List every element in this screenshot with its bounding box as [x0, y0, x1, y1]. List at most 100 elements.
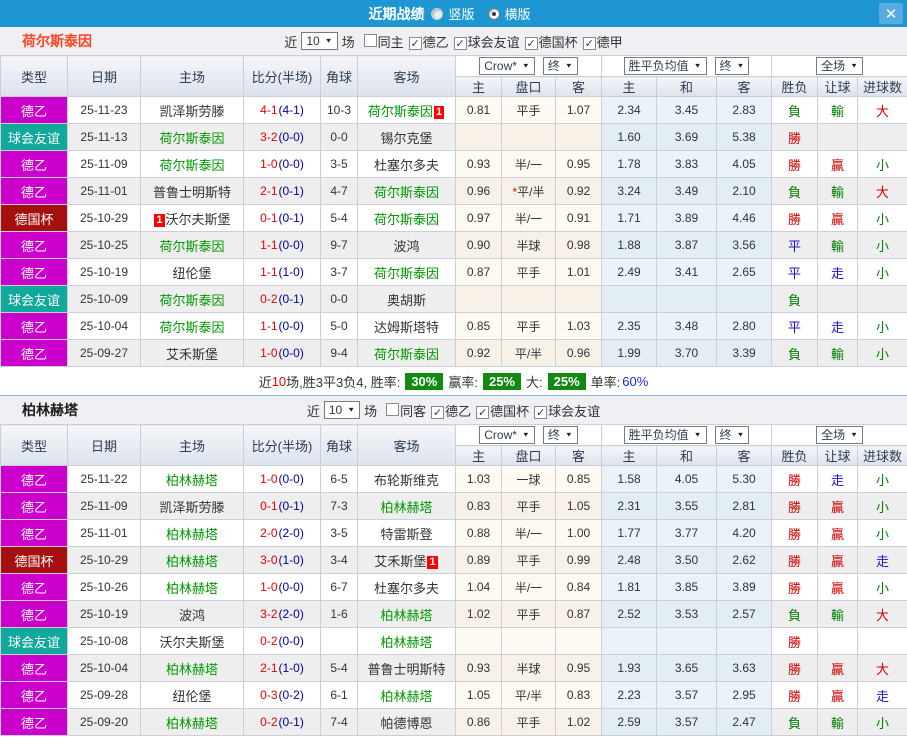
layout-vertical-radio[interactable]	[431, 7, 444, 20]
handicap-line-cell	[501, 285, 556, 313]
fulltime-score: 1-0	[260, 346, 278, 360]
layout-vertical-label[interactable]: 竖版	[448, 4, 474, 23]
match-count-select[interactable]: 10 ▼	[323, 401, 361, 419]
halftime-score: (0-1)	[278, 499, 304, 513]
team-name[interactable]: 锡尔克堡	[380, 131, 432, 146]
team-name[interactable]: 柏林赫塔	[166, 716, 218, 731]
team-name[interactable]: 柏林赫塔	[166, 581, 218, 596]
team-name[interactable]: 荷尔斯泰因	[159, 158, 224, 173]
result-verdict-cell: 輸	[817, 96, 859, 124]
team-name[interactable]: 达姆斯塔特	[374, 320, 439, 335]
result-verdict-cell	[857, 123, 907, 151]
team-name[interactable]: 普鲁士明斯特	[153, 185, 231, 200]
team-name[interactable]: 荷尔斯泰因	[374, 266, 439, 281]
fulltime-select[interactable]: 全场 ▼	[816, 426, 864, 444]
final-odds-select[interactable]: 终 ▼	[714, 426, 750, 444]
team-name[interactable]: 凯泽斯劳滕	[159, 500, 224, 515]
summary-text: 大:	[526, 374, 543, 390]
team-name[interactable]: 沃尔夫斯堡	[166, 212, 231, 227]
filter-checkbox[interactable]	[363, 33, 377, 47]
avg-odds-select[interactable]: 胜平负均值 ▼	[623, 57, 707, 75]
team-name[interactable]: 杜塞尔多夫	[374, 158, 439, 173]
team-name[interactable]: 普鲁士明斯特	[367, 662, 445, 677]
team-name[interactable]: 荷尔斯泰因	[159, 239, 224, 254]
team-name[interactable]: 柏林赫塔	[380, 689, 432, 704]
fulltime-select[interactable]: 全场 ▼	[816, 57, 864, 75]
team-name[interactable]: 帕德博恩	[380, 716, 432, 731]
avg-odds-select[interactable]: 胜平负均值 ▼	[623, 426, 707, 444]
team-name[interactable]: 荷尔斯泰因	[159, 131, 224, 146]
filter-checkbox[interactable]: ✓	[431, 405, 445, 419]
close-icon[interactable]: ✕	[879, 3, 903, 24]
final-odds-select[interactable]: 终 ▼	[542, 426, 578, 444]
filter-checkbox[interactable]: ✓	[476, 405, 490, 419]
avg-odds-cell: 2.57	[716, 600, 773, 628]
team-name[interactable]: 荷尔斯泰因	[159, 320, 224, 335]
handicap-odds-cell: 0.90	[455, 231, 502, 259]
handicap-odds-cell: 0.97	[455, 204, 502, 232]
team-cell: 普鲁士明斯特	[357, 654, 456, 682]
chevron-down-icon: ▼	[521, 62, 530, 70]
filter-checkbox[interactable]: ✓	[534, 405, 548, 419]
team-name[interactable]: 奥胡斯	[387, 293, 426, 308]
filter-checkbox[interactable]	[386, 402, 400, 416]
team-name[interactable]: 艾禾斯堡	[374, 554, 426, 569]
team-name[interactable]: 纽伦堡	[172, 266, 211, 281]
odds-company-select[interactable]: Crow* ▼	[479, 57, 535, 75]
handicap-odds-cell: 1.05	[554, 492, 603, 520]
result-verdict-cell: 勝	[771, 654, 819, 682]
match-row: 球会友谊 25-10-09 荷尔斯泰因 0-2(0-1) 0-0 奥胡斯負	[0, 285, 907, 313]
match-type-badge: 德乙	[0, 258, 68, 286]
team-name[interactable]: 柏林赫塔	[166, 554, 218, 569]
fulltime-score: 3-2	[260, 130, 278, 144]
handicap-odds-cell: 0.85	[455, 312, 502, 340]
fulltime-score: 1-0	[260, 157, 278, 171]
corner-cell: 7-4	[320, 708, 358, 736]
team-name[interactable]: 凯泽斯劳滕	[159, 104, 224, 119]
team-cell: 达姆斯塔特	[357, 312, 456, 340]
final-odds-select[interactable]: 终 ▼	[542, 57, 578, 75]
filter-checkbox[interactable]: ✓	[524, 36, 538, 50]
team-name[interactable]: 柏林赫塔	[380, 608, 432, 623]
final-odds-select[interactable]: 终 ▼	[714, 57, 750, 75]
team-name[interactable]: 柏林赫塔	[166, 527, 218, 542]
team-name[interactable]: 荷尔斯泰因	[374, 185, 439, 200]
team-name[interactable]: 荷尔斯泰因	[374, 212, 439, 227]
handicap-line-cell	[501, 627, 556, 655]
team-name[interactable]: 布轮斯维克	[374, 473, 439, 488]
handicap-line-cell: 一球	[501, 465, 556, 493]
team-name[interactable]: 荷尔斯泰因	[368, 104, 433, 119]
team-name[interactable]: 杜塞尔多夫	[374, 581, 439, 596]
team-cell: 沃尔夫斯堡	[140, 627, 244, 655]
handicap-line-cell: 平手	[501, 312, 556, 340]
avg-odds-cell: 2.83	[716, 96, 773, 124]
team-name[interactable]: 纽伦堡	[172, 689, 211, 704]
match-row: 德乙 25-10-26 柏林赫塔 1-0(0-0) 6-7 杜塞尔多夫 1.04 半/一 0.8…	[0, 573, 907, 601]
avg-odds-cell: 2.62	[716, 546, 773, 574]
team-name[interactable]: 荷尔斯泰因	[374, 347, 439, 362]
result-verdict-cell	[817, 285, 859, 313]
team-name[interactable]: 波鸿	[393, 239, 419, 254]
match-row: 德国杯 25-10-29 1 沃尔夫斯堡 0-1(0-1) 5-4 荷尔斯泰因 0.97 半/一…	[0, 204, 907, 232]
team-name[interactable]: 柏林赫塔	[166, 662, 218, 677]
team-name[interactable]: 特雷斯登	[380, 527, 432, 542]
team-name[interactable]: 波鸿	[179, 608, 205, 623]
team1-filter-bar: 荷尔斯泰因 近 10 ▼ 场 同主 ✓ 德乙 ✓ 球会友谊 ✓ 德国杯 ✓ 德甲	[0, 27, 907, 55]
match-row: 德乙 25-11-09 凯泽斯劳滕 0-1(0-1) 7-3 柏林赫塔 0.83 平手 1.05…	[0, 492, 907, 520]
team-name[interactable]: 柏林赫塔	[380, 635, 432, 650]
filter-checkbox[interactable]: ✓	[453, 36, 467, 50]
team-name[interactable]: 柏林赫塔	[380, 500, 432, 515]
team-name[interactable]: 艾禾斯堡	[166, 347, 218, 362]
team-name[interactable]: 沃尔夫斯堡	[159, 635, 224, 650]
layout-horizontal-label[interactable]: 横版	[505, 4, 531, 23]
match-count-select[interactable]: 10 ▼	[301, 32, 338, 50]
team-name[interactable]: 柏林赫塔	[166, 473, 218, 488]
filter-checkbox[interactable]: ✓	[582, 36, 596, 50]
team-name[interactable]: 荷尔斯泰因	[159, 293, 224, 308]
layout-horizontal-radio[interactable]	[487, 7, 500, 20]
halftime-score: (2-0)	[278, 526, 304, 540]
fulltime-score: 0-1	[260, 211, 278, 225]
filter-checkbox[interactable]: ✓	[408, 36, 422, 50]
avg-dropdowns-cell: 胜平负均值 ▼ 终 ▼	[601, 424, 773, 446]
odds-company-select[interactable]: Crow* ▼	[479, 426, 535, 444]
